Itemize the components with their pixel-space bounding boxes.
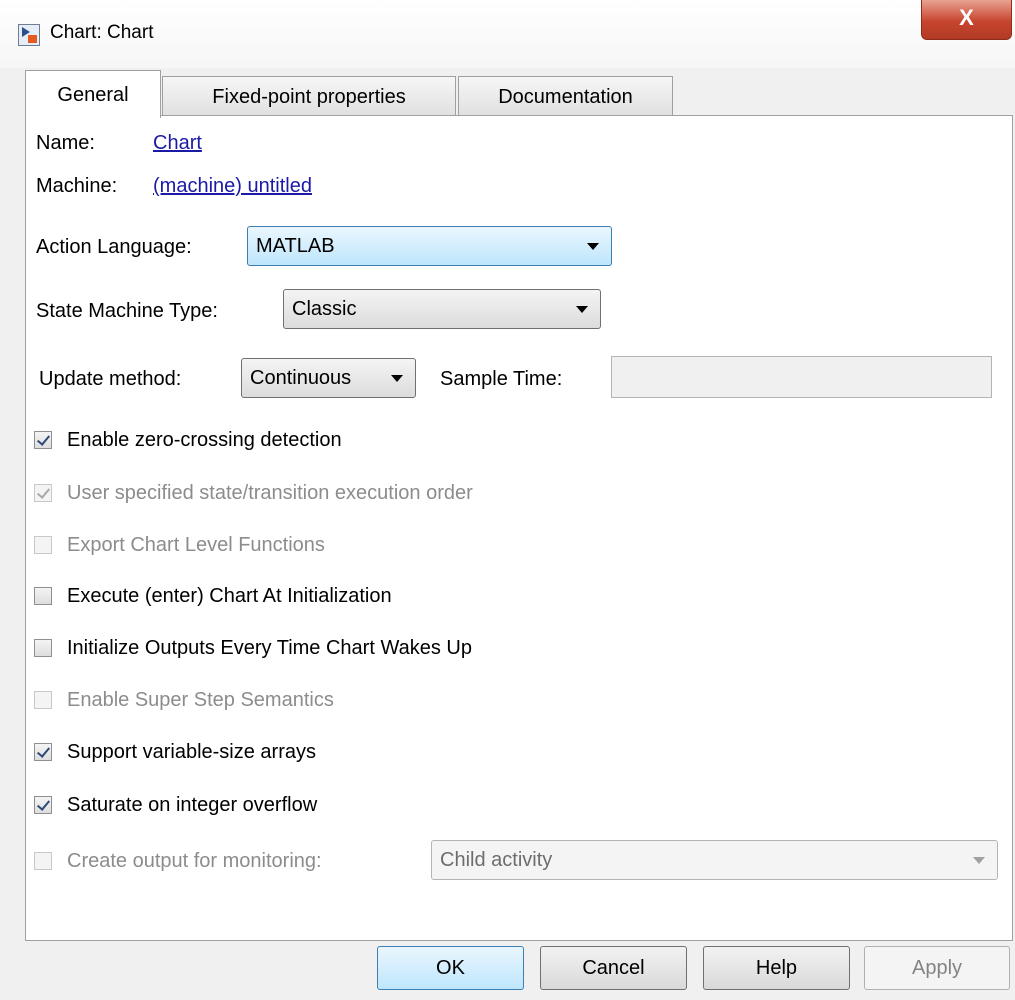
checkbox-label: User specified state/transition executio…	[67, 482, 473, 504]
checkbox-box	[34, 536, 52, 554]
tab-general[interactable]: General	[25, 70, 161, 118]
checkbox-label: Enable zero-crossing detection	[67, 429, 342, 451]
name-link[interactable]: Chart	[153, 132, 202, 155]
help-button[interactable]: Help	[703, 946, 850, 990]
checkbox-label: Create output for monitoring:	[67, 850, 322, 872]
dialog-window: Chart: Chart X General Fixed-point prope…	[0, 0, 1015, 1000]
general-panel: Name: Chart Machine: (machine) untitled …	[25, 115, 1013, 941]
checkbox-label: Support variable-size arrays	[67, 741, 316, 763]
window-title: Chart: Chart	[50, 22, 154, 43]
checkbox-box[interactable]	[34, 796, 52, 814]
action-language-value: MATLAB	[256, 235, 335, 257]
checkbox-label: Export Chart Level Functions	[67, 534, 325, 556]
name-label: Name:	[36, 132, 95, 154]
checkbox-label: Execute (enter) Chart At Initialization	[67, 585, 392, 607]
chevron-down-icon	[973, 857, 985, 864]
title-bar: Chart: Chart X	[0, 0, 1015, 68]
cancel-button[interactable]: Cancel	[540, 946, 687, 990]
checkbox-box	[34, 852, 52, 870]
chevron-down-icon	[391, 375, 403, 382]
monitoring-dropdown: Child activity	[431, 840, 998, 880]
update-method-dropdown[interactable]: Continuous	[241, 358, 416, 398]
tab-documentation[interactable]: Documentation	[458, 76, 673, 116]
update-method-value: Continuous	[250, 367, 352, 389]
state-machine-type-dropdown[interactable]: Classic	[283, 289, 601, 329]
action-language-label: Action Language:	[36, 236, 192, 258]
ok-button[interactable]: OK	[377, 946, 524, 990]
checkbox-box[interactable]	[34, 639, 52, 657]
apply-button: Apply	[864, 946, 1010, 990]
checkbox-box[interactable]	[34, 743, 52, 761]
checkbox-label: Enable Super Step Semantics	[67, 689, 334, 711]
monitoring-value: Child activity	[440, 849, 553, 871]
checkbox-label: Initialize Outputs Every Time Chart Wake…	[67, 637, 472, 659]
checkbox-label: Saturate on integer overflow	[67, 794, 318, 816]
action-language-dropdown[interactable]: MATLAB	[247, 226, 612, 266]
stateflow-chart-icon	[18, 24, 40, 46]
machine-label: Machine:	[36, 175, 118, 197]
chevron-down-icon	[587, 243, 599, 250]
tab-bar: General Fixed-point properties Documenta…	[0, 68, 1015, 118]
state-machine-type-label: State Machine Type:	[36, 300, 218, 322]
update-method-label: Update method:	[39, 368, 182, 390]
sample-time-label: Sample Time:	[440, 368, 563, 390]
checkbox-box[interactable]	[34, 431, 52, 449]
close-button[interactable]: X	[921, 0, 1012, 40]
checkbox-box[interactable]	[34, 587, 52, 605]
checkbox-box	[34, 484, 52, 502]
checkbox-box	[34, 691, 52, 709]
tab-fixed-point-properties[interactable]: Fixed-point properties	[162, 76, 456, 116]
chevron-down-icon	[576, 306, 588, 313]
machine-link[interactable]: (machine) untitled	[153, 175, 312, 198]
sample-time-input[interactable]	[611, 356, 992, 398]
state-machine-type-value: Classic	[292, 298, 357, 320]
